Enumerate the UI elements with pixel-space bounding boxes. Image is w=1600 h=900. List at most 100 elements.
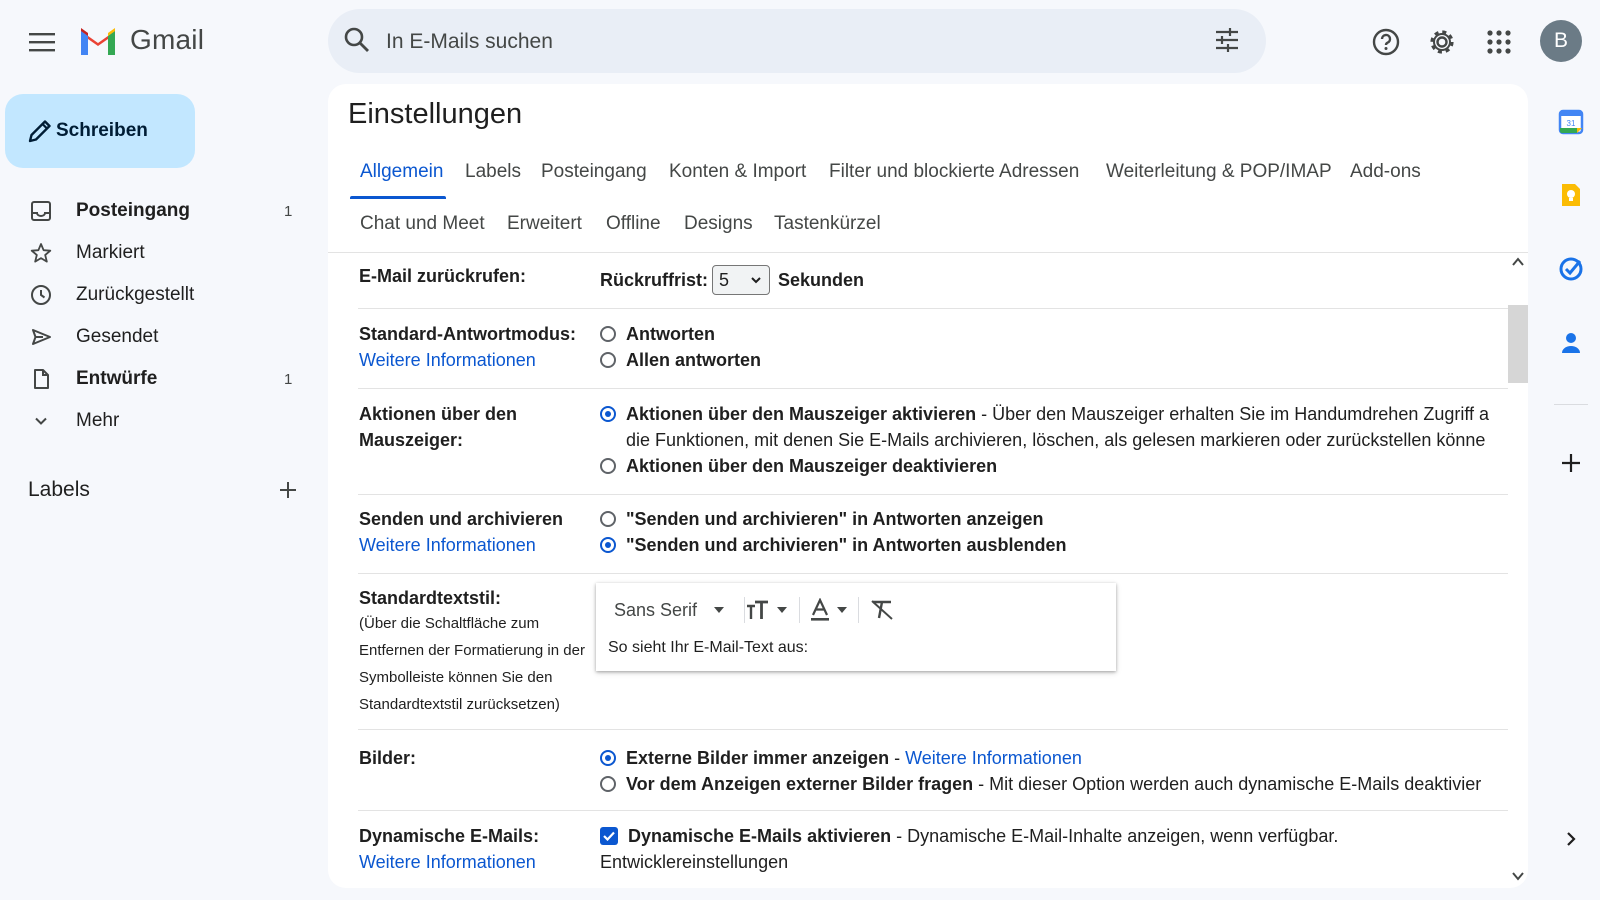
images-always-show-radio[interactable]: [600, 750, 616, 766]
tab-inbox[interactable]: Posteingang: [541, 161, 647, 183]
tab-advanced[interactable]: Erweitert: [507, 213, 582, 235]
settings-content: E-Mail zurückrufen: Rückruffrist: 5 Seku…: [328, 253, 1508, 888]
clear-formatting-icon: [871, 600, 893, 620]
checkmark-icon: [603, 831, 615, 841]
gear-icon: [1430, 30, 1454, 54]
tab-addons[interactable]: Add-ons: [1350, 161, 1421, 183]
tab-forwarding-pop-imap[interactable]: Weiterleitung & POP/IMAP: [1106, 161, 1332, 183]
svg-text:31: 31: [1567, 119, 1576, 128]
tab-accounts-import[interactable]: Konten & Import: [669, 161, 806, 183]
option-description: - Dynamische E-Mail-Inhalte anzeigen, we…: [891, 826, 1339, 846]
send-archive-show-radio[interactable]: [600, 511, 616, 527]
option-description: - Mit dieser Option werden auch dynamisc…: [973, 774, 1482, 794]
caret-down-icon: [714, 607, 725, 613]
contacts-icon: [1562, 333, 1580, 353]
page-title: Einstellungen: [348, 98, 523, 130]
tab-general[interactable]: Allgemein: [360, 161, 443, 183]
tab-offline[interactable]: Offline: [606, 213, 661, 235]
tab-labels[interactable]: Labels: [465, 161, 521, 183]
search-options-icon[interactable]: [1214, 27, 1240, 53]
search-icon[interactable]: [342, 25, 372, 55]
hover-actions-enable-option[interactable]: Aktionen über den Mauszeiger aktivieren …: [600, 401, 1489, 427]
sidebar-item-drafts[interactable]: Entwürfe 1: [28, 359, 298, 399]
sidebar-item-label: Mehr: [76, 410, 120, 431]
compose-button[interactable]: Schreiben: [5, 94, 195, 168]
dynamic-email-learn-more-link[interactable]: Weitere Informationen: [359, 849, 536, 875]
settings-panel: Einstellungen Allgemein Labels Posteinga…: [328, 84, 1528, 888]
gmail-logo[interactable]: Gmail: [78, 24, 204, 56]
google-apps-button[interactable]: [1477, 20, 1521, 64]
get-addons-button[interactable]: [1554, 446, 1588, 480]
reply-option[interactable]: Antworten: [600, 321, 715, 347]
images-always-show-option[interactable]: Externe Bilder immer anzeigen - Weitere …: [600, 745, 1082, 771]
dynamic-email-option[interactable]: Dynamische E-Mails aktivieren - Dynamisc…: [600, 823, 1338, 849]
reply-radio[interactable]: [600, 326, 616, 342]
settings-scrollbar[interactable]: [1508, 253, 1528, 888]
send-archive-learn-more-link[interactable]: Weitere Informationen: [359, 532, 536, 558]
main-menu-button[interactable]: [20, 20, 64, 64]
scroll-thumb[interactable]: [1508, 305, 1528, 383]
search-bar[interactable]: [328, 9, 1266, 73]
tab-shortcuts[interactable]: Tastenkürzel: [774, 213, 881, 235]
sidebar-item-sent[interactable]: Gesendet: [28, 317, 298, 357]
tab-filters[interactable]: Filter und blockierte Adressen: [829, 161, 1079, 183]
text-color-button[interactable]: [810, 595, 848, 625]
font-family-select[interactable]: Sans Serif: [614, 595, 725, 625]
inbox-icon: [31, 201, 51, 221]
hover-actions-disable-radio[interactable]: [600, 458, 616, 474]
settings-button[interactable]: [1420, 20, 1464, 64]
tasks-icon: [1559, 257, 1583, 281]
option-label: Antworten: [626, 324, 715, 344]
compose-label: Schreiben: [56, 120, 148, 141]
option-label: Aktionen über den Mauszeiger deaktiviere…: [626, 456, 998, 476]
recall-label: E-Mail zurückrufen:: [359, 266, 527, 286]
reply-mode-learn-more-link[interactable]: Weitere Informationen: [359, 347, 536, 373]
images-ask-option[interactable]: Vor dem Anzeigen externer Bilder fragen …: [600, 771, 1481, 797]
remove-formatting-button[interactable]: [870, 595, 894, 625]
images-ask-radio[interactable]: [600, 776, 616, 792]
contacts-app-button[interactable]: [1554, 326, 1588, 360]
reply-all-radio[interactable]: [600, 352, 616, 368]
option-label: Vor dem Anzeigen externer Bilder fragen: [626, 774, 974, 794]
sidebar-item-starred[interactable]: Markiert: [28, 233, 298, 273]
images-learn-more-link[interactable]: Weitere Informationen: [905, 748, 1082, 768]
sidebar-item-snoozed[interactable]: Zurückgestellt: [28, 275, 298, 315]
text-style-preview: So sieht Ihr E-Mail-Text aus:: [608, 639, 809, 656]
tab-chat-meet[interactable]: Chat und Meet: [360, 213, 485, 235]
reply-all-option[interactable]: Allen antworten: [600, 347, 761, 373]
sidebar-item-more[interactable]: Mehr: [28, 401, 298, 441]
scroll-down-icon[interactable]: [1512, 871, 1524, 881]
create-label-button[interactable]: [278, 480, 298, 500]
star-icon: [30, 243, 52, 263]
support-button[interactable]: [1364, 20, 1408, 64]
sidebar-item-inbox[interactable]: Posteingang 1: [28, 191, 298, 231]
recall-period-select[interactable]: 5: [712, 265, 770, 295]
send-archive-hide-option[interactable]: "Senden und archivieren" in Antworten au…: [600, 532, 1066, 558]
scroll-up-icon[interactable]: [1512, 257, 1524, 267]
send-archive-show-option[interactable]: "Senden und archivieren" in Antworten an…: [600, 506, 1043, 532]
sidebar-item-label: Posteingang: [76, 200, 191, 221]
divider: [1554, 404, 1588, 405]
hide-side-panel-button[interactable]: [1554, 822, 1588, 856]
hover-actions-disable-option[interactable]: Aktionen über den Mauszeiger deaktiviere…: [600, 453, 997, 479]
unread-count: 1: [284, 370, 293, 388]
avatar-initial: B: [1553, 29, 1568, 52]
search-input[interactable]: [384, 21, 1168, 63]
tasks-app-button[interactable]: [1554, 252, 1588, 286]
hover-actions-enable-radio[interactable]: [600, 406, 616, 422]
keep-app-button[interactable]: [1554, 178, 1588, 212]
gmail-m-icon: [81, 28, 115, 55]
tab-themes[interactable]: Designs: [684, 213, 753, 235]
calendar-app-button[interactable]: 31: [1554, 105, 1588, 139]
developer-settings-link[interactable]: Entwicklereinstellungen: [600, 849, 788, 875]
labels-section-header: Labels: [28, 478, 298, 502]
dynamic-email-checkbox[interactable]: [600, 827, 618, 845]
caret-down-icon: [837, 607, 847, 613]
active-tab-indicator: [350, 196, 446, 199]
send-archive-hide-radio[interactable]: [600, 537, 616, 553]
font-size-button[interactable]: [746, 595, 788, 625]
option-label: "Senden und archivieren" in Antworten an…: [626, 509, 1044, 529]
divider: [358, 388, 1508, 389]
labels-title: Labels: [28, 478, 90, 501]
account-avatar[interactable]: B: [1540, 20, 1582, 62]
